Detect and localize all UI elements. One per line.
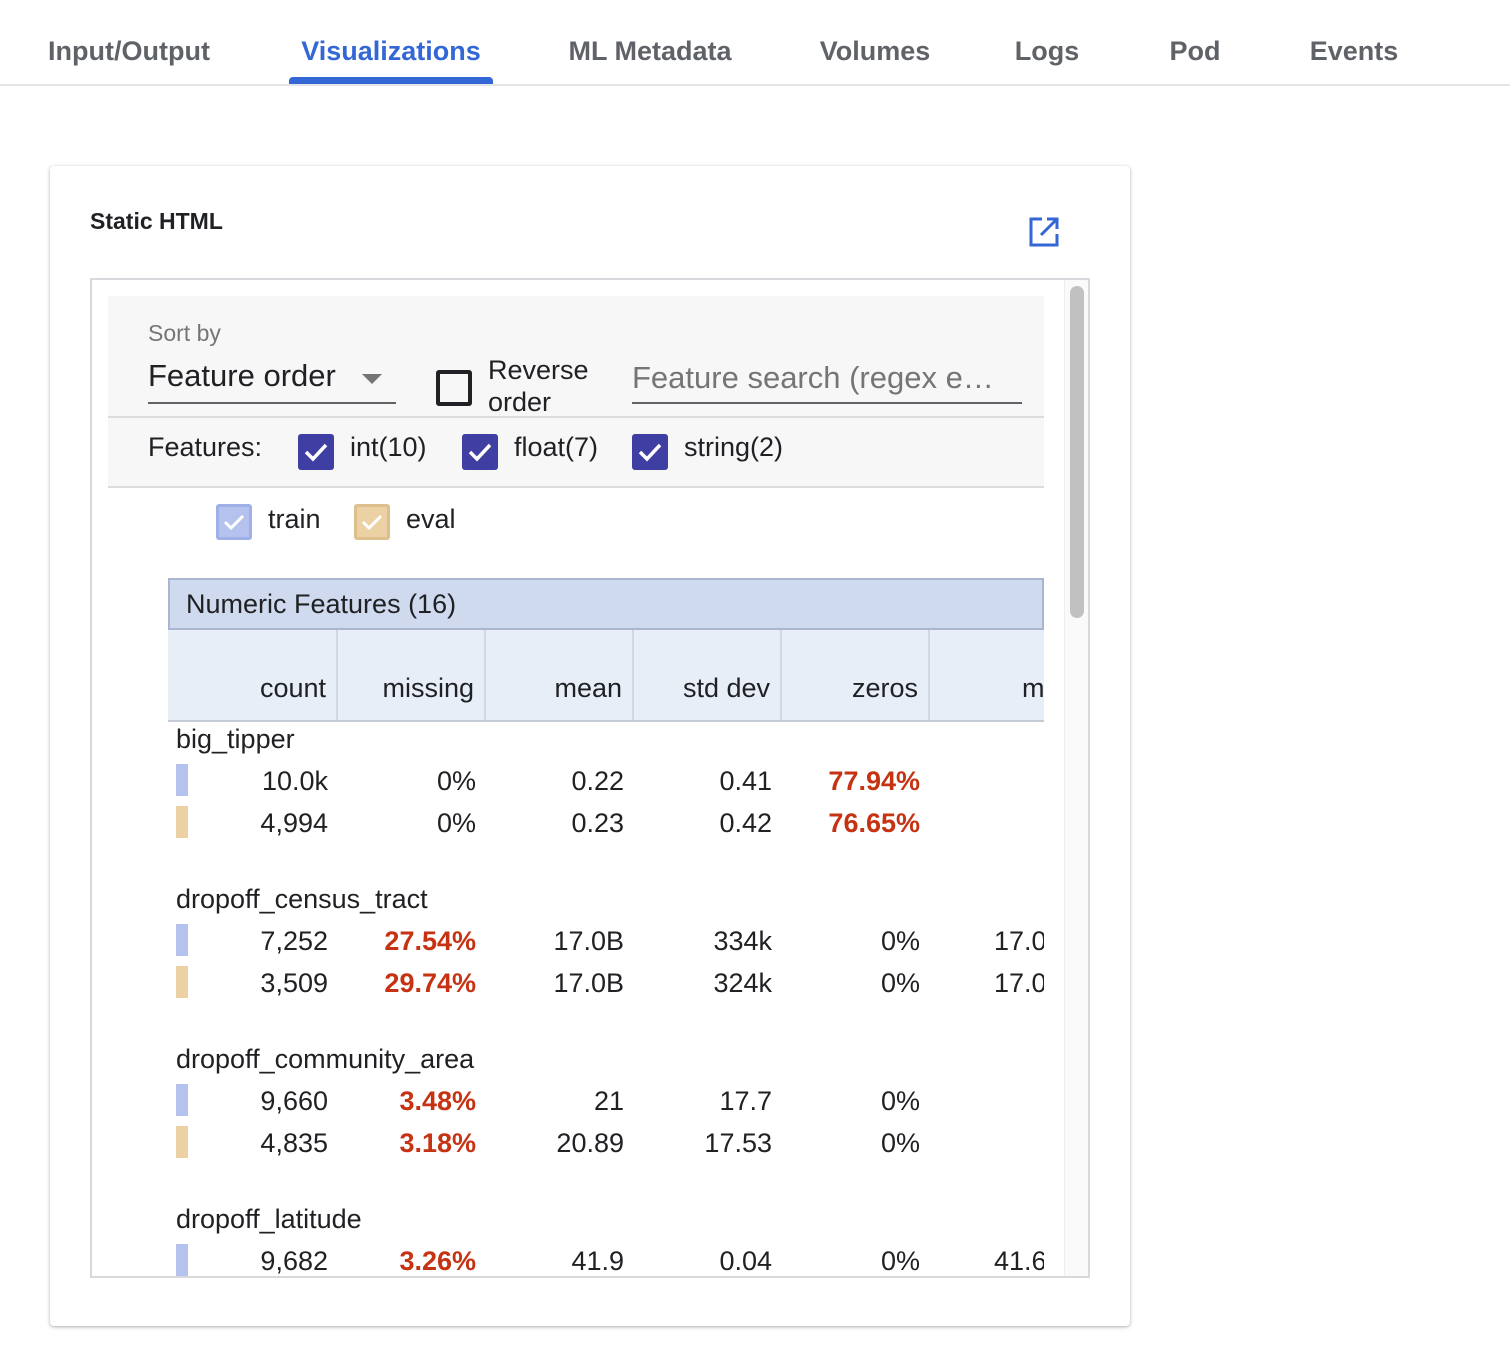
feature-name: dropoff_census_tract [176,884,428,914]
tab-events[interactable]: Events [1304,0,1404,84]
numeric-features-header[interactable]: Numeric Features (16) [168,578,1044,630]
tab-volumes[interactable]: Volumes [812,0,938,84]
tab-ml-metadata[interactable]: ML Metadata [558,0,742,84]
train-color-bar [176,1084,188,1116]
sort-by-label: Sort by [148,320,221,346]
html-frame: Sort by Feature order Reverse order Feat… [90,278,1090,1278]
column-header-std-dev[interactable]: std dev [632,630,780,720]
tab-logs[interactable]: Logs [1010,0,1084,84]
sort-by-value: Feature order [148,358,336,393]
string-features-label: string(2) [684,432,784,462]
tab-pod[interactable]: Pod [1164,0,1226,84]
features-divider [108,486,1044,488]
eval-dataset-checkbox[interactable] [354,504,390,540]
cell-mean: 0.22 [571,766,624,796]
cell-zeros: 0% [880,968,920,998]
cell-mean: 41.9 [571,1246,624,1276]
open-in-new-icon[interactable] [1028,216,1060,248]
cell-std-dev: 324k [713,968,772,998]
eval-dataset-label: eval [406,504,456,534]
column-header-count[interactable]: count [168,630,336,720]
cell-missing: 3.48% [399,1086,476,1116]
visualization-card: Static HTML Sort by Feature order Revers… [50,166,1130,1326]
cell-mean: 21 [593,1086,624,1116]
feature-name: dropoff_community_area [176,1044,475,1074]
eval-color-bar [176,1126,188,1158]
cell-count: 7,252 [260,926,328,956]
reverse-order-label: Reverse order [488,355,589,417]
cell-missing: 0% [436,766,476,796]
cell-std-dev: 0.41 [719,766,772,796]
cell-zeros: 0% [880,1086,920,1116]
cell-zeros: 0% [880,926,920,956]
column-header-zeros[interactable]: zeros [780,630,928,720]
int-features-label: int(10) [350,432,427,462]
cell-count: 4,835 [260,1128,328,1158]
features-label: Features: [148,432,263,462]
scrollbar-thumb[interactable] [1070,286,1084,618]
column-header-min[interactable]: m [928,630,1044,720]
card-title: Static HTML [90,208,223,234]
float-features-label: float(7) [514,432,599,462]
feature-name: dropoff_latitude [176,1204,362,1234]
cell-mean: 17.0B [553,926,624,956]
cell-min: 41.6 [994,1246,1044,1276]
string-features-checkbox[interactable] [632,434,668,470]
tab-visualizations[interactable]: Visualizations [289,0,493,84]
feature-name: big_tipper [176,724,295,754]
scrollbar[interactable] [1064,280,1088,1276]
train-color-bar [176,764,188,796]
cell-std-dev: 0.42 [719,808,772,838]
cell-std-dev: 17.53 [704,1128,772,1158]
train-color-bar [176,924,188,956]
train-dataset-checkbox[interactable] [216,504,252,540]
cell-count: 9,660 [260,1086,328,1116]
active-tab-indicator [289,77,493,84]
cell-mean: 17.0B [553,968,624,998]
train-dataset-label: train [268,504,321,534]
feature-search-input[interactable] [632,354,1022,404]
cell-missing: 3.26% [399,1246,476,1276]
cell-count: 3,509 [260,968,328,998]
reverse-order-checkbox[interactable] [436,370,472,406]
cell-count: 4,994 [260,808,328,838]
int-features-checkbox[interactable] [298,434,334,470]
cell-zeros: 0% [880,1128,920,1158]
column-header-missing[interactable]: missing [336,630,484,720]
cell-count: 9,682 [260,1246,328,1276]
eval-color-bar [176,806,188,838]
tab-input-output[interactable]: Input/Output [36,0,222,84]
cell-mean: 20.89 [556,1128,624,1158]
cell-zeros: 0% [880,1246,920,1276]
float-features-checkbox[interactable] [462,434,498,470]
column-header-mean[interactable]: mean [484,630,632,720]
cell-count: 10.0k [261,766,328,796]
cell-zeros: 76.65% [828,808,920,838]
cell-std-dev: 334k [713,926,772,956]
tab-bar: Input/Output Visualizations ML Metadata … [0,0,1510,86]
train-color-bar [176,1244,188,1276]
cell-missing: 29.74% [384,968,476,998]
cell-zeros: 77.94% [828,766,920,796]
cell-min: 17.0 [994,968,1044,998]
cell-missing: 0% [436,808,476,838]
column-header-row: count missing mean std dev zeros m [168,630,1044,722]
cell-min: 17.0 [994,926,1044,956]
facets-overview: Sort by Feature order Reverse order Feat… [108,296,1044,1276]
chevron-down-icon [362,374,382,384]
sort-by-dropdown[interactable]: Feature order [148,354,396,404]
cell-std-dev: 17.7 [719,1086,772,1116]
cell-missing: 27.54% [384,926,476,956]
cell-std-dev: 0.04 [719,1246,772,1276]
eval-color-bar [176,966,188,998]
controls-divider [108,416,1044,418]
cell-missing: 3.18% [399,1128,476,1158]
cell-mean: 0.23 [571,808,624,838]
